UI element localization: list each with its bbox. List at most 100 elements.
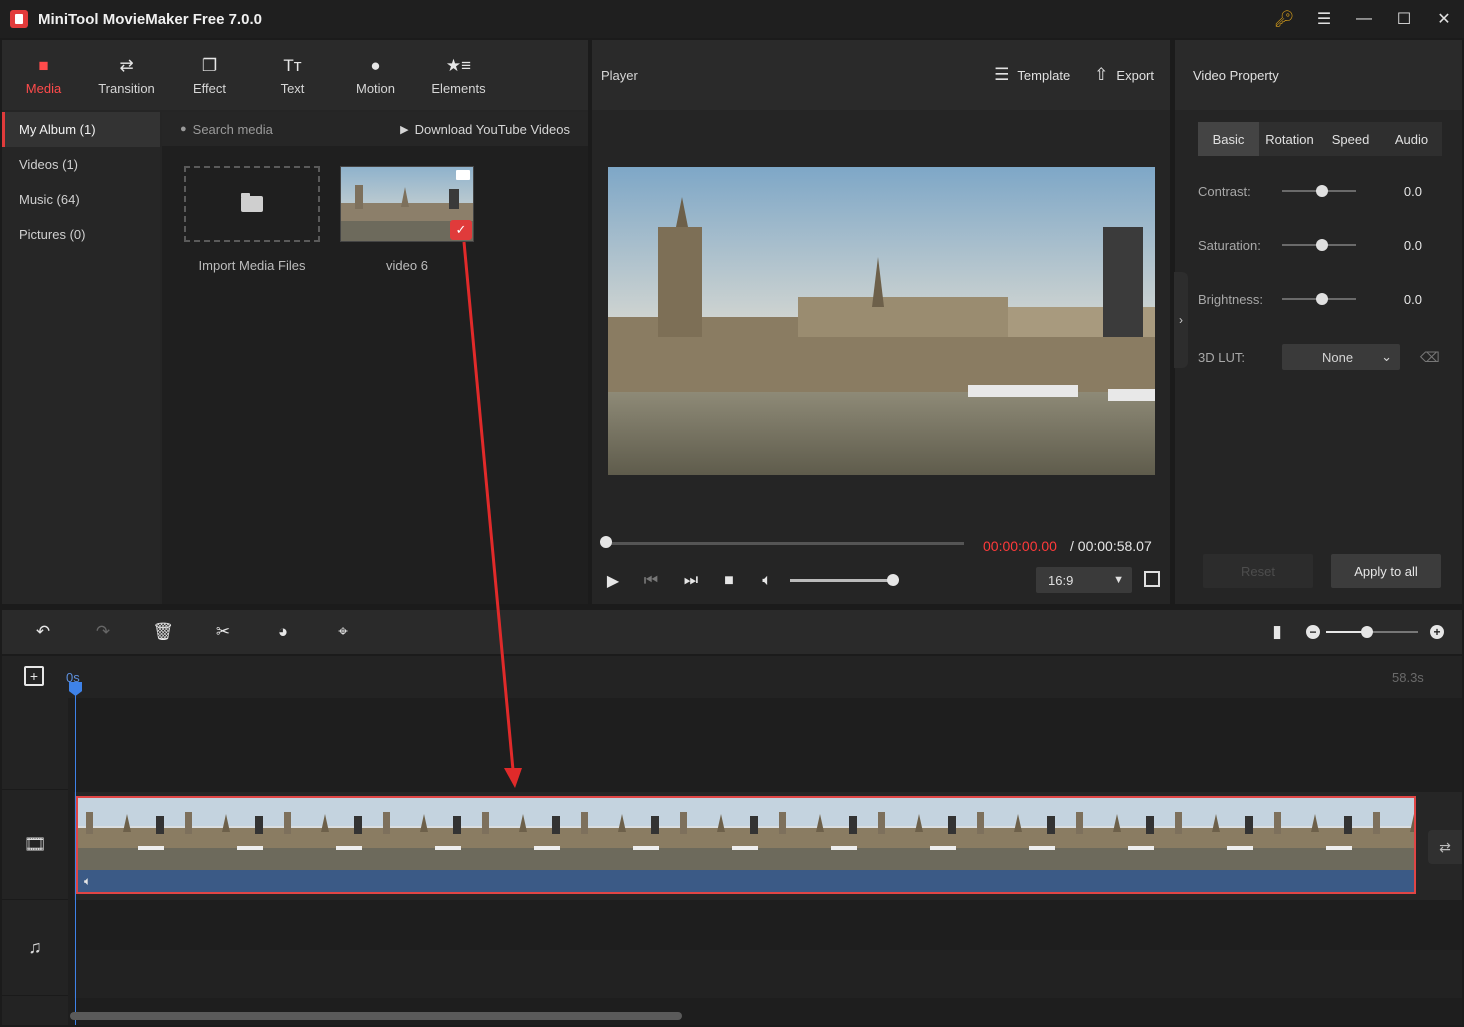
fit-timeline-icon[interactable]: ▮ [1264,620,1290,644]
album-item-music[interactable]: Music (64) [2,182,160,217]
download-youtube-button[interactable]: ▶ Download YouTube Videos [400,122,570,137]
seek-handle[interactable] [600,536,612,548]
brightness-slider[interactable] [1282,293,1356,305]
time-ruler[interactable] [2,656,1462,698]
overlay-track[interactable] [74,698,1462,790]
clip-frame [1068,798,1167,870]
volume-handle[interactable] [887,574,899,586]
redo-icon[interactable]: ↷ [90,620,116,644]
volume-slider[interactable] [790,579,895,582]
menu-icon[interactable]: ☰ [1304,0,1344,38]
brightness-handle[interactable] [1316,293,1328,305]
saturation-row: Saturation: 0.0 [1198,235,1442,255]
minimize-icon[interactable]: — [1344,0,1384,38]
zoom-handle[interactable] [1361,626,1373,638]
video-track-header: 🎞︎ [2,790,68,900]
maximize-icon[interactable]: ☐ [1384,0,1424,38]
export-button[interactable]: ⇧ Export [1094,65,1154,85]
reset-button[interactable]: Reset [1203,554,1313,588]
close-icon[interactable]: ✕ [1424,0,1464,38]
brightness-value: 0.0 [1403,291,1422,307]
timeline-scrollbar[interactable] [70,1012,682,1020]
volume-icon[interactable]: 🔈︎ [754,570,780,592]
stop-icon[interactable]: ■ [716,570,742,592]
tab-speed[interactable]: Speed [1320,122,1381,156]
album-item-videos[interactable]: Videos (1) [2,147,160,182]
tab-media[interactable]: ■ Media [2,40,85,110]
video-camera-icon [456,170,470,180]
music-note-icon: ♫ [28,937,42,957]
tab-text[interactable]: Tᴛ Text [251,40,334,110]
overlay-track-header [2,698,68,790]
tab-transition[interactable]: ⇄ Transition [85,40,168,110]
ruler-corner: + [2,656,68,698]
preview-image [608,167,1155,475]
lut-select[interactable]: None ⌄ [1282,344,1400,370]
video-clip[interactable]: 🔈︎ [76,796,1416,894]
clip-frame [78,798,177,870]
saturation-slider[interactable] [1282,239,1356,251]
contrast-row: Contrast: 0.0 [1198,181,1442,201]
album-item-my-album[interactable]: My Album (1) [2,112,160,147]
video-property-panel: Video Property Basic Rotation Speed Audi… [1175,40,1462,604]
clip-volume-icon[interactable]: 🔈︎ [84,874,91,889]
crop-icon[interactable]: ⌖ [330,620,356,644]
chevron-down-icon: ⌄ [1381,349,1392,364]
saturation-handle[interactable] [1316,239,1328,251]
clip-frame [870,798,969,870]
contrast-handle[interactable] [1316,185,1328,197]
transition-slot-icon[interactable]: ⇄ [1428,830,1462,864]
add-track-icon[interactable]: + [24,666,44,686]
clip-frame [375,798,474,870]
fullscreen-icon[interactable] [1144,571,1160,587]
speed-icon[interactable]: ◕ [270,620,296,644]
property-tabs: Basic Rotation Speed Audio [1198,122,1442,156]
media-library: ● Search media ▶ Download YouTube Videos… [162,112,588,604]
contrast-value: 0.0 [1403,183,1422,199]
tab-motion[interactable]: ● Motion [334,40,417,110]
tab-rotation[interactable]: Rotation [1259,122,1320,156]
import-media-button[interactable] [184,166,320,242]
timeline-toolbar: ↶ ↷ 🗑︎ ✂ ◕ ⌖ ▮ − + [2,610,1462,654]
search-input[interactable]: Search media [193,122,273,137]
zoom-out-icon[interactable]: − [1306,625,1320,639]
lut-row: 3D LUT: None ⌄ ⌫ [1198,344,1442,370]
clip-frame [177,798,276,870]
undo-icon[interactable]: ↶ [30,620,56,644]
current-time: 00:00:00.00 [983,538,1057,554]
album-item-pictures[interactable]: Pictures (0) [2,217,160,252]
youtube-icon: ▶ [400,123,409,136]
split-icon[interactable]: ✂ [210,620,236,644]
folder-icon: ■ [38,55,49,75]
delete-icon[interactable]: 🗑︎ [150,620,176,644]
clip-filmstrip [78,798,1414,870]
layers-icon: ❐ [201,55,218,75]
previous-frame-icon[interactable]: ⏮ [638,570,664,592]
property-title: Video Property [1175,40,1462,110]
playhead[interactable] [75,684,76,1025]
trash-icon[interactable]: ⌫ [1420,349,1440,366]
music-track[interactable] [74,902,1462,948]
swap-arrows-icon: ⇄ [119,55,134,75]
tab-effect[interactable]: ❐ Effect [168,40,251,110]
next-frame-icon[interactable]: ⏭ [678,570,704,592]
template-button[interactable]: ☰ Template [994,65,1070,85]
clip-frame [1167,798,1266,870]
lut-label: 3D LUT: [1198,349,1245,365]
key-icon[interactable]: 🔑︎ [1264,0,1304,38]
music-track-lower[interactable] [74,950,1462,998]
clip-audio-strip: 🔈︎ [78,870,1414,892]
tab-basic[interactable]: Basic [1198,122,1259,156]
play-icon[interactable]: ▶ [600,570,626,592]
apply-to-all-button[interactable]: Apply to all [1331,554,1441,588]
clip-frame [672,798,771,870]
tab-audio[interactable]: Audio [1381,122,1442,156]
upload-icon: ⇧ [1094,65,1109,84]
window-controls: 🔑︎ ☰ — ☐ ✕ [1264,0,1464,38]
seek-bar[interactable] [606,542,964,545]
zoom-in-icon[interactable]: + [1430,625,1444,639]
contrast-slider[interactable] [1282,185,1356,197]
tab-elements[interactable]: ★≡ Elements [417,40,500,110]
collapse-panel-icon[interactable]: › [1174,272,1188,368]
aspect-ratio-select[interactable]: 16:9 ▼ [1036,567,1132,593]
